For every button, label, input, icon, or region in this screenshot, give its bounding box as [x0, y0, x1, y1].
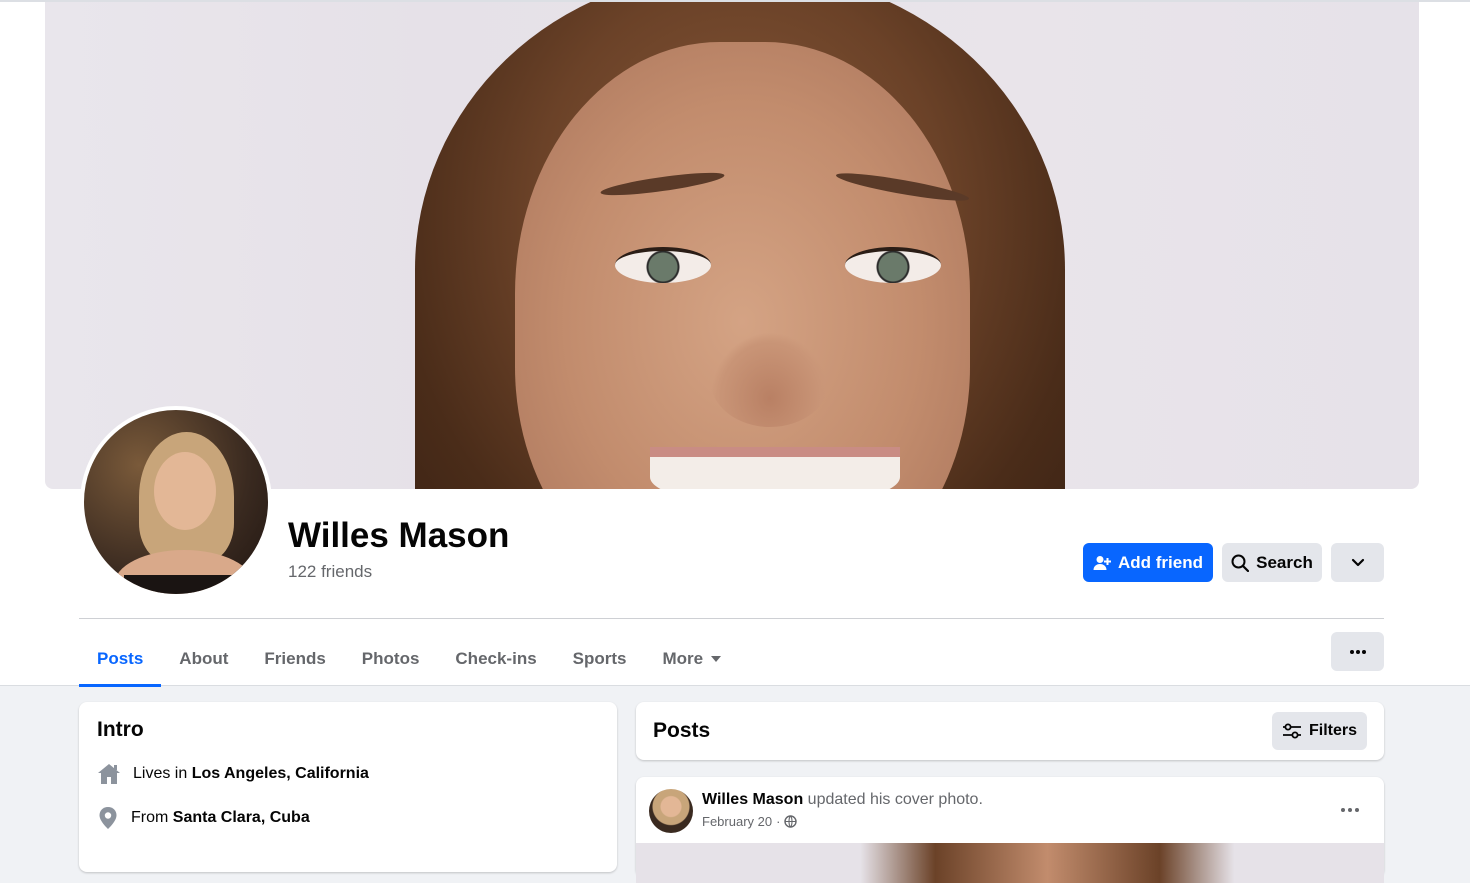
- tab-label: About: [179, 649, 229, 668]
- add-user-icon: [1093, 555, 1111, 571]
- location-pin-icon: [97, 806, 119, 830]
- search-label: Search: [1256, 552, 1313, 572]
- intro-title: Intro: [97, 718, 144, 741]
- friends-count[interactable]: 122 friends: [288, 562, 372, 582]
- cover-photo[interactable]: [45, 2, 1419, 489]
- cover-eye: [845, 247, 941, 283]
- home-icon: [97, 763, 121, 785]
- profile-tabs: Posts About Friends Photos Check-ins Spo…: [79, 632, 740, 687]
- post-more-button[interactable]: [1332, 795, 1368, 825]
- lives-prefix: Lives in: [133, 765, 192, 782]
- tab-label: More: [662, 649, 704, 668]
- more-icon: [1341, 808, 1359, 812]
- tab-sports[interactable]: Sports: [555, 632, 645, 686]
- post-author-name[interactable]: Willes Mason: [702, 791, 803, 808]
- add-friend-label: Add friend: [1118, 552, 1203, 572]
- tab-friends[interactable]: Friends: [246, 632, 343, 686]
- tab-posts[interactable]: Posts: [79, 632, 162, 687]
- more-icon: [1349, 649, 1366, 654]
- from-prefix: From: [131, 809, 173, 826]
- tab-label: Photos: [361, 649, 420, 668]
- intro-from-text: From Santa Clara, Cuba: [131, 809, 310, 827]
- intro-card: Intro Lives in Los Angeles, California F…: [79, 702, 617, 872]
- tab-label: Friends: [264, 649, 326, 668]
- header-divider: [79, 618, 1384, 619]
- post-author-avatar[interactable]: [649, 789, 693, 833]
- post-header: Willes Mason updated his cover photo.: [702, 791, 983, 809]
- filters-icon: [1282, 723, 1302, 739]
- cover-mouth: [650, 447, 900, 489]
- profile-avatar[interactable]: [80, 406, 272, 598]
- post-image[interactable]: [636, 843, 1384, 883]
- lives-value[interactable]: Los Angeles, California: [192, 765, 369, 782]
- more-options-button[interactable]: [1331, 632, 1384, 671]
- filters-button[interactable]: Filters: [1272, 712, 1367, 750]
- tab-photos[interactable]: Photos: [344, 632, 438, 686]
- tab-label: Check-ins: [455, 649, 537, 668]
- tab-check-ins[interactable]: Check-ins: [437, 632, 554, 686]
- post-item: Willes Mason updated his cover photo. Fe…: [636, 777, 1384, 883]
- tab-label: Sports: [572, 649, 627, 668]
- search-icon: [1231, 554, 1250, 572]
- post-meta: February 20 ·: [702, 814, 798, 829]
- cover-eye: [615, 247, 711, 283]
- globe-icon: [784, 815, 798, 828]
- intro-lives-in: Lives in Los Angeles, California: [97, 752, 599, 796]
- intro-from: From Santa Clara, Cuba: [97, 796, 599, 840]
- post-date[interactable]: February 20: [702, 814, 772, 829]
- intro-lives-text: Lives in Los Angeles, California: [133, 765, 369, 783]
- filters-label: Filters: [1308, 722, 1357, 739]
- tab-label: Posts: [97, 649, 144, 668]
- caret-down-icon: [711, 656, 722, 662]
- cover-nose: [710, 332, 830, 427]
- profile-menu-button[interactable]: [1331, 543, 1384, 582]
- post-meta-separator: ·: [776, 814, 781, 829]
- avatar-face: [154, 452, 216, 530]
- search-button[interactable]: Search: [1222, 543, 1322, 582]
- posts-header-card: Posts Filters: [636, 702, 1384, 760]
- posts-title: Posts: [653, 719, 711, 742]
- add-friend-button[interactable]: Add friend: [1083, 543, 1213, 582]
- chevron-down-icon: [1351, 558, 1365, 567]
- post-action: updated his cover photo.: [803, 791, 983, 808]
- profile-name: Willes Mason: [288, 516, 510, 555]
- tab-more[interactable]: More: [645, 632, 740, 686]
- tab-about[interactable]: About: [161, 632, 246, 686]
- from-value[interactable]: Santa Clara, Cuba: [173, 809, 310, 826]
